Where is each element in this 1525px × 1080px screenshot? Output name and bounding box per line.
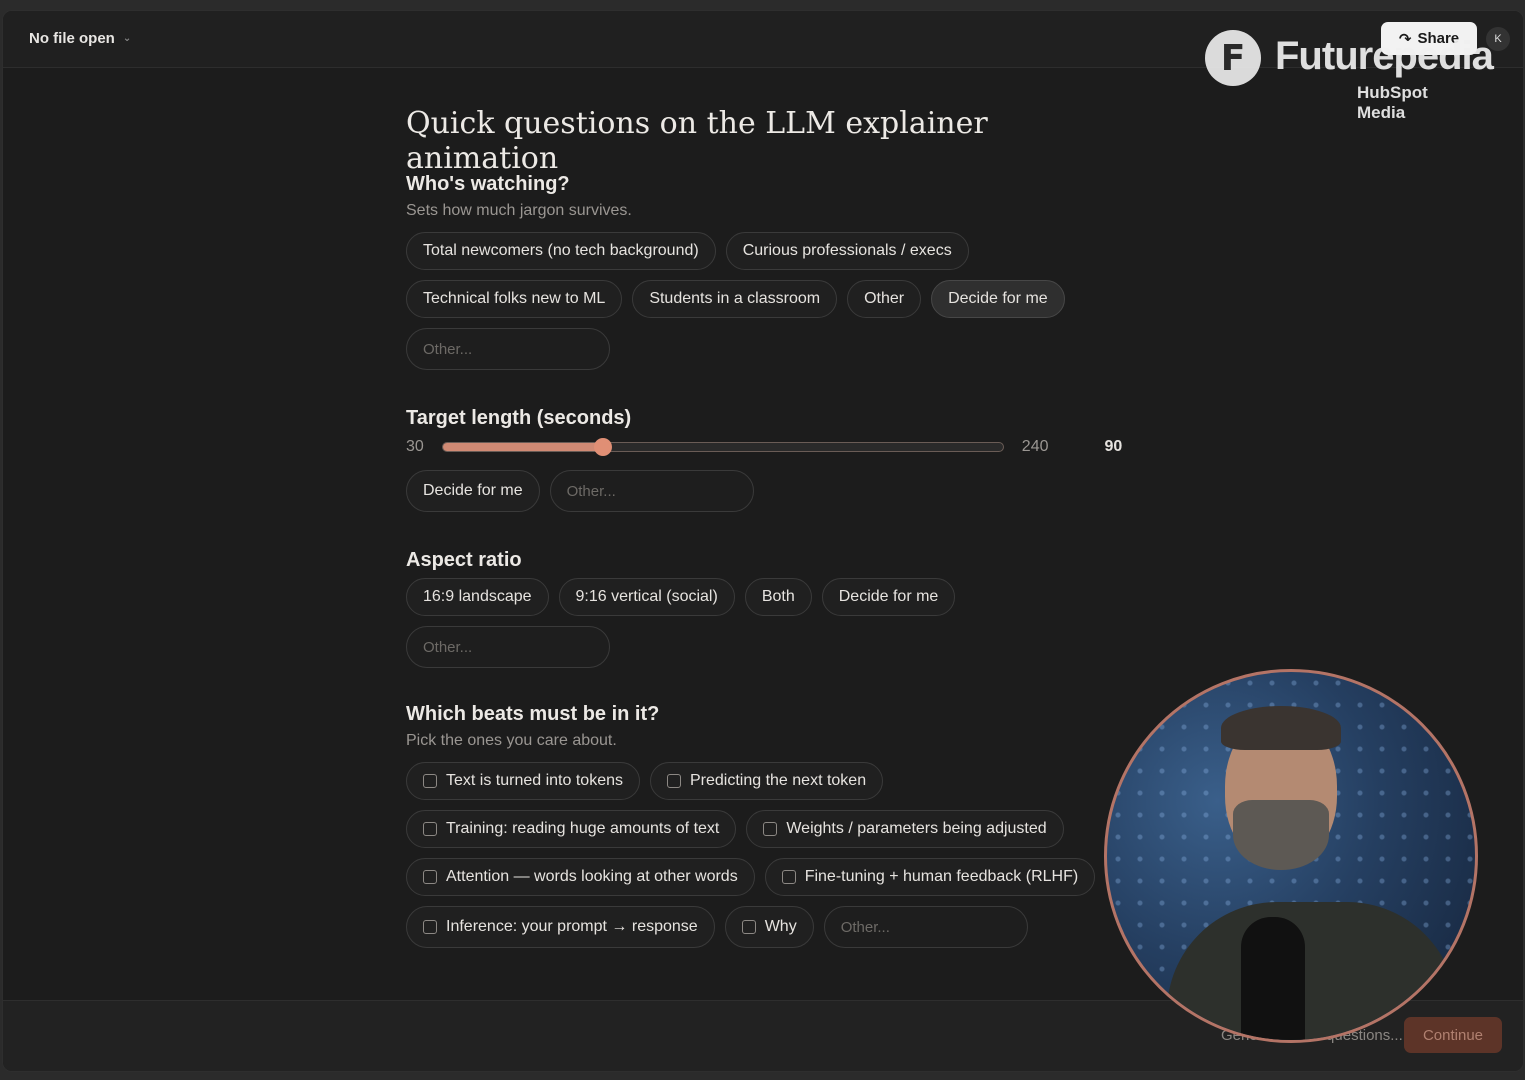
beats-other-input[interactable]: [823, 906, 1028, 948]
audience-option[interactable]: Curious professionals / execs: [725, 232, 969, 270]
aspect-section: Aspect ratio 16:9 landscape 9:16 vertica…: [406, 549, 956, 668]
beat-option[interactable]: Inference: your prompt → response: [406, 906, 715, 948]
audience-option-selected[interactable]: Decide for me: [931, 280, 1065, 318]
length-other-input[interactable]: [549, 470, 754, 512]
file-menu-label: No file open: [29, 30, 115, 47]
checkbox-icon[interactable]: [781, 870, 796, 884]
beat-option[interactable]: Attention — words looking at other words: [406, 858, 755, 896]
length-title: Target length (seconds): [406, 407, 632, 429]
page-header: Quick questions on the LLM explainer ani…: [406, 106, 1126, 176]
beat-option[interactable]: Why: [724, 906, 814, 948]
checkbox-icon[interactable]: [423, 870, 437, 884]
watermark-sub: HubSpot Media: [1357, 83, 1428, 122]
slider-thumb[interactable]: [593, 438, 612, 456]
aspect-option[interactable]: 16:9 landscape: [406, 578, 549, 616]
length-decide-option[interactable]: Decide for me: [406, 470, 540, 512]
aspect-options: 16:9 landscape 9:16 vertical (social) Bo…: [406, 578, 956, 616]
checkbox-icon[interactable]: [741, 920, 756, 934]
beat-option[interactable]: Fine-tuning + human feedback (RLHF): [764, 858, 1096, 896]
aspect-option[interactable]: Both: [744, 578, 812, 616]
watermark-brand: Futurepedia: [1275, 34, 1494, 78]
checkbox-icon[interactable]: [423, 822, 437, 836]
checkbox-icon[interactable]: [666, 774, 681, 788]
slider-fill: [442, 443, 603, 451]
audience-subtitle: Sets how much jargon survives.: [406, 202, 632, 219]
slider-max-label: 240: [1021, 438, 1049, 455]
beat-label: Text is turned into tokens: [446, 772, 623, 789]
page-title: Quick questions on the LLM explainer ani…: [406, 106, 988, 176]
beats-title: Which beats must be in it?: [406, 703, 660, 725]
beat-label: Weights / parameters being adjusted: [786, 820, 1047, 837]
aspect-other-input[interactable]: [406, 626, 610, 668]
beats-row-1: Text is turned into tokens Predicting th…: [406, 762, 1095, 800]
checkbox-icon[interactable]: [763, 822, 778, 836]
beats-subtitle: Pick the ones you care about.: [406, 732, 617, 749]
checkbox-icon[interactable]: [423, 920, 437, 934]
audience-section: Who's watching? Sets how much jargon sur…: [406, 173, 1065, 370]
audience-option[interactable]: Other: [847, 280, 922, 318]
beat-option[interactable]: Text is turned into tokens: [406, 762, 640, 800]
audience-option[interactable]: Total newcomers (no tech background): [406, 232, 716, 270]
webcam-overlay: [1104, 669, 1478, 1043]
beat-label: Training: reading huge amounts of text: [446, 820, 720, 837]
audience-option[interactable]: Technical folks new to ML: [406, 280, 623, 318]
futurepedia-logo-icon: F: [1205, 30, 1261, 86]
aspect-option[interactable]: Decide for me: [821, 578, 956, 616]
chevron-down-icon: ⌄: [122, 33, 132, 44]
audience-title: Who's watching?: [406, 173, 570, 195]
aspect-option[interactable]: 9:16 vertical (social): [558, 578, 735, 616]
beat-label: Why: [764, 918, 797, 935]
microphone-icon: [1241, 917, 1305, 1040]
length-options: Decide for me: [406, 470, 1122, 512]
beats-row-3: Attention — words looking at other words…: [406, 858, 1096, 896]
beat-option[interactable]: Training: reading huge amounts of text: [406, 810, 737, 848]
audience-other-input[interactable]: [406, 328, 610, 370]
beat-label: Fine-tuning + human feedback (RLHF): [804, 868, 1079, 885]
beats-row-4: Inference: your prompt → response Why: [406, 906, 1095, 948]
beat-label: Predicting the next token: [689, 772, 867, 789]
file-menu[interactable]: No file open ⌄: [29, 30, 131, 47]
audience-options-row-2: Technical folks new to ML Students in a …: [406, 280, 1065, 318]
length-section: Target length (seconds) 30 240 90 Decide…: [406, 407, 1122, 512]
beats-row-2: Training: reading huge amounts of text W…: [406, 810, 1095, 848]
presenter-beard: [1233, 800, 1329, 870]
beats-section: Which beats must be in it? Pick the ones…: [406, 703, 1096, 948]
slider-value: 90: [1104, 438, 1123, 455]
beat-option[interactable]: Predicting the next token: [649, 762, 884, 800]
audience-options-row-1: Total newcomers (no tech background) Cur…: [406, 232, 1065, 270]
slider-min-label: 30: [406, 438, 424, 455]
length-slider-row: 30 240 90: [406, 438, 1122, 456]
futurepedia-watermark: F Futurepedia HubSpot Media: [1205, 30, 1494, 122]
length-slider[interactable]: [441, 438, 1004, 456]
checkbox-icon[interactable]: [423, 774, 437, 788]
aspect-title: Aspect ratio: [406, 549, 522, 571]
beat-option[interactable]: Weights / parameters being adjusted: [746, 810, 1064, 848]
beat-label: Attention — words looking at other words: [446, 868, 738, 885]
audience-option[interactable]: Students in a classroom: [632, 280, 838, 318]
beat-label: Inference: your prompt → response: [446, 918, 698, 935]
presenter-hair: [1221, 706, 1341, 750]
